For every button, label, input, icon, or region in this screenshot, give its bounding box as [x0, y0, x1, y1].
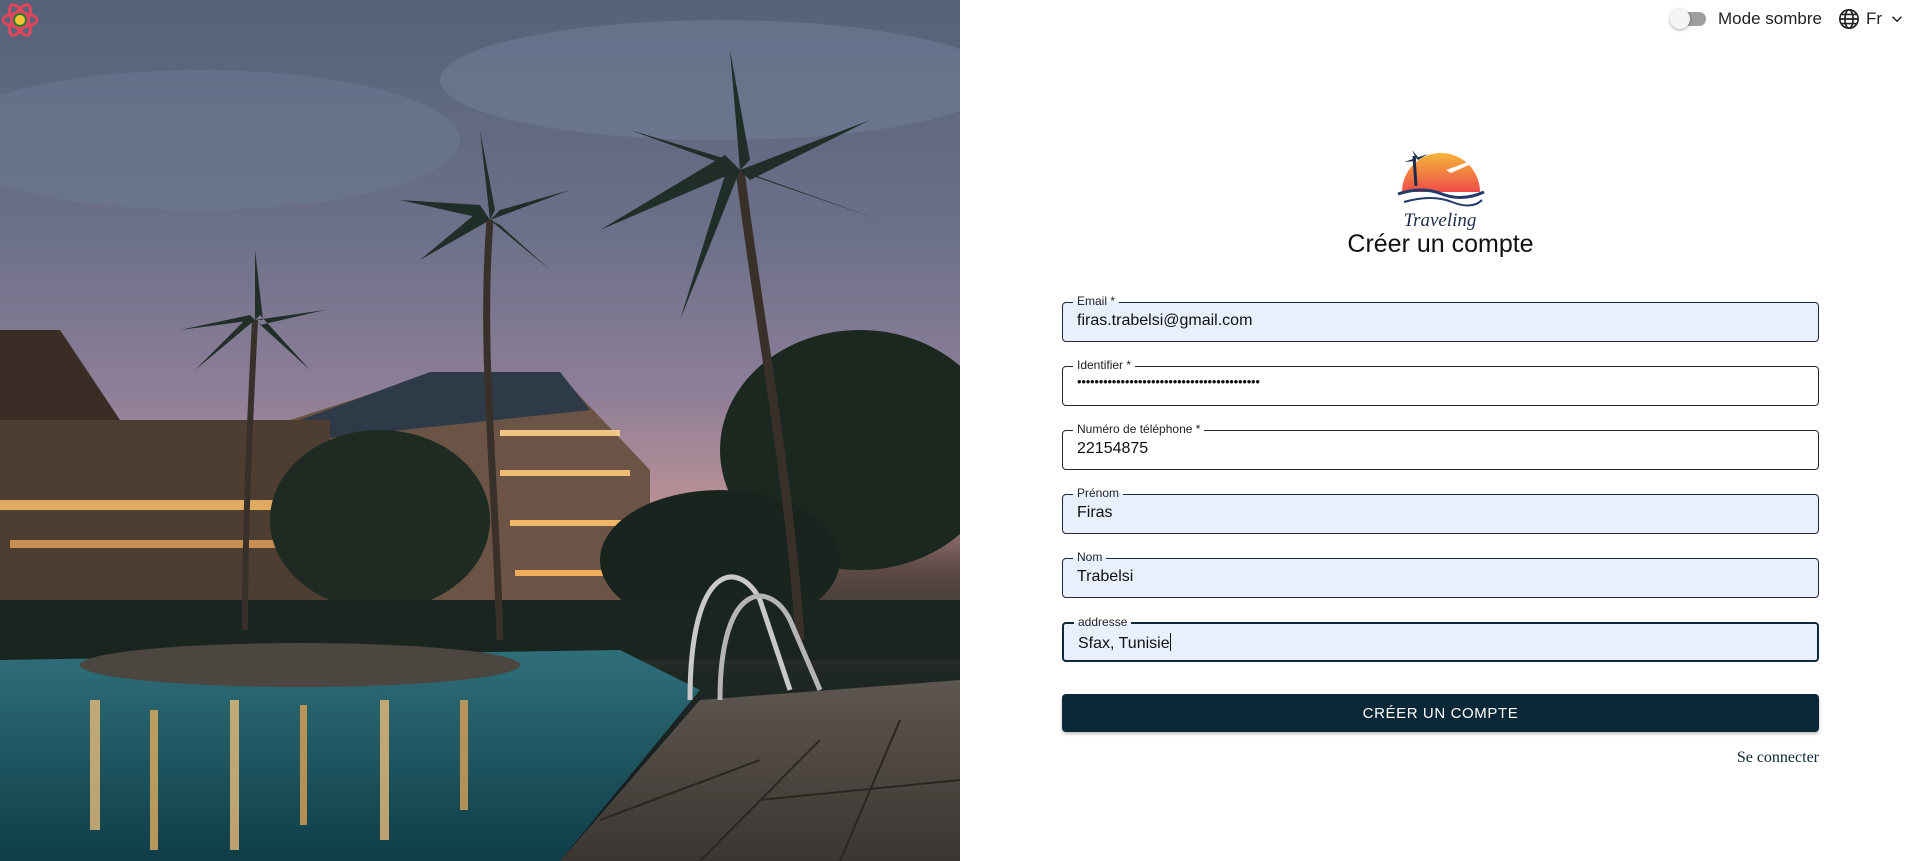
language-label: Fr: [1865, 9, 1882, 28]
first-name-label: Prénom: [1073, 486, 1124, 500]
globe-icon: [1838, 8, 1860, 30]
text-caret: [1169, 633, 1171, 651]
address-value-wrap: Sfax, Tunisie: [1078, 633, 1171, 653]
identifier-field[interactable]: Identifier * •••••••••••••••••••••••••••…: [1062, 358, 1819, 406]
identifier-value: ••••••••••••••••••••••••••••••••••••••••…: [1077, 374, 1260, 389]
phone-label: Numéro de téléphone *: [1073, 422, 1205, 436]
login-link[interactable]: Se connecter: [1737, 749, 1819, 767]
hero-image: [0, 0, 960, 861]
logo-text: Traveling: [1404, 210, 1477, 230]
last-name-value: Trabelsi: [1077, 568, 1134, 585]
first-name-value: Firas: [1077, 504, 1113, 521]
react-icon[interactable]: [0, 0, 40, 40]
resort-pool-illustration: [0, 20, 960, 861]
address-field[interactable]: addresse Sfax, Tunisie: [1062, 615, 1819, 662]
language-selector[interactable]: Fr: [1838, 8, 1906, 30]
top-toolbar: Mode sombre Fr: [1670, 0, 1920, 38]
address-value: Sfax, Tunisie: [1078, 635, 1170, 652]
last-name-field[interactable]: Nom Trabelsi: [1062, 550, 1819, 598]
create-account-button[interactable]: CRÉER UN COMPTE: [1062, 694, 1819, 732]
dark-mode-toggle[interactable]: Mode sombre: [1670, 9, 1822, 29]
first-name-field[interactable]: Prénom Firas: [1062, 486, 1819, 534]
identifier-label: Identifier *: [1073, 358, 1136, 372]
email-label: Email *: [1073, 294, 1120, 308]
chevron-down-icon: [1888, 10, 1906, 28]
email-value: firas.trabelsi@gmail.com: [1077, 312, 1253, 329]
address-label: addresse: [1074, 615, 1132, 629]
last-name-label: Nom: [1073, 550, 1107, 564]
phone-value: 22154875: [1077, 440, 1149, 457]
email-field[interactable]: Email * firas.trabelsi@gmail.com: [1062, 294, 1819, 342]
dark-mode-label: Mode sombre: [1718, 9, 1822, 28]
page-title: Créer un compte: [1347, 230, 1534, 258]
phone-field[interactable]: Numéro de téléphone * 22154875: [1062, 422, 1819, 470]
traveling-logo: Traveling: [1392, 146, 1488, 231]
toggle-switch-icon[interactable]: [1670, 9, 1707, 29]
